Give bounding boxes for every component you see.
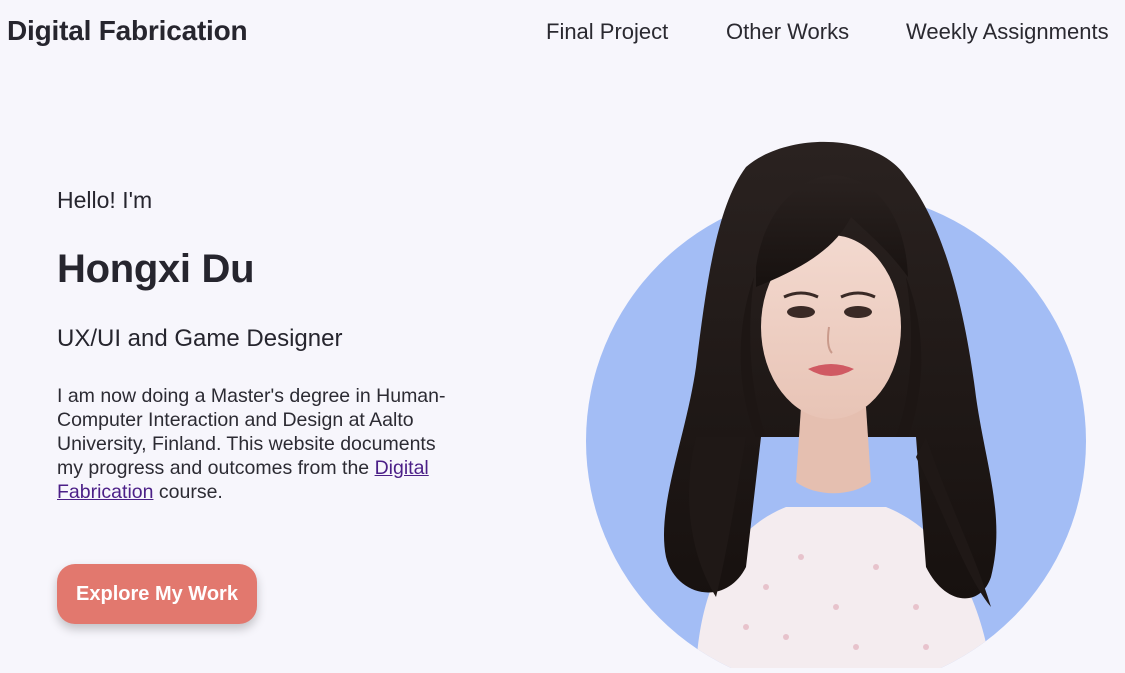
hero-name: Hongxi Du (57, 247, 255, 291)
top-nav-bar: Digital Fabrication Final Project Other … (0, 0, 1125, 68)
hero-role: UX/UI and Game Designer (57, 325, 343, 352)
site-brand[interactable]: Digital Fabrication (7, 15, 248, 47)
explore-my-work-button[interactable]: Explore My Work (57, 564, 257, 624)
hero-bio: I am now doing a Master's degree in Huma… (57, 384, 457, 504)
nav-weekly-assignments[interactable]: Weekly Assignments (906, 19, 1109, 45)
portrait-illustration (586, 141, 1086, 673)
hero-greeting: Hello! I'm (57, 187, 153, 213)
nav-other-works[interactable]: Other Works (726, 19, 849, 45)
portrait (586, 137, 1086, 673)
bio-text-end: course. (153, 481, 223, 503)
nav-final-project[interactable]: Final Project (546, 19, 668, 45)
